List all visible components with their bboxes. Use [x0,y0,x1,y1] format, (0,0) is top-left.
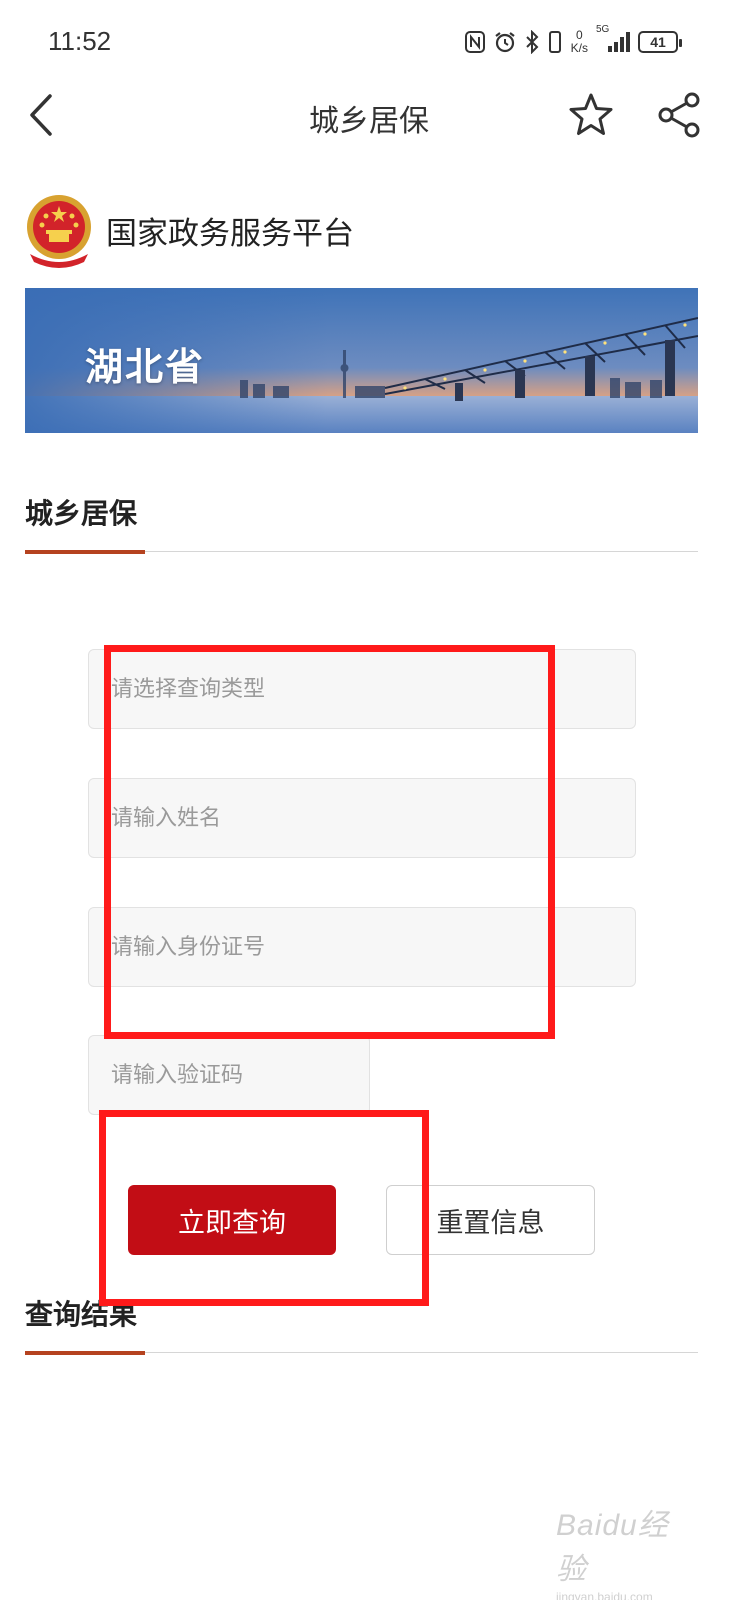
platform-name: 国家政务服务平台 [106,215,354,252]
vibrate-icon [547,30,563,54]
reset-button[interactable]: 重置信息 [386,1185,595,1255]
alarm-icon [493,30,517,54]
national-emblem-icon [24,192,94,268]
watermark-sub: jingyan.baidu.com [556,1590,653,1600]
network-type: 5G [596,24,610,35]
status-icons: 0 K/s 5G 41 [464,24,682,56]
section-underline [25,1351,145,1355]
page-title: 城乡居保 [309,104,429,139]
net-speed-unit: K/s [570,41,588,55]
section-title-result: 查询结果 [25,1298,138,1331]
name-input[interactable] [88,778,636,858]
nav-bar: 城乡居保 [0,80,738,150]
star-icon[interactable] [566,90,616,140]
status-bar: 11:52 0 K/s 5G 41 [0,0,738,80]
submit-query-button[interactable]: 立即查询 [128,1185,336,1255]
nfc-icon [464,31,485,53]
id-number-input[interactable] [88,907,636,987]
battery-level: 41 [650,34,666,50]
signal-icon: 5G [596,24,630,54]
bluetooth-icon [525,30,539,54]
share-icon[interactable] [654,90,704,140]
section-header-main: 城乡居保 [25,492,698,554]
status-time: 11:52 [48,26,112,56]
section-title-main: 城乡居保 [25,497,138,530]
watermark-main: Baidu经验 [556,1509,669,1586]
province-banner: 湖北省 [25,288,698,433]
platform-header: 国家政务服务平台 [24,190,354,270]
baidu-watermark: Baidu经验 jingyan.baidu.com [556,1500,696,1600]
section-header-result: 查询结果 [25,1293,698,1355]
query-type-select[interactable] [88,649,636,729]
banner-province-text: 湖北省 [85,345,206,389]
net-speed: 0 K/s [571,29,588,55]
captcha-input[interactable] [88,1035,370,1115]
battery-icon: 41 [638,31,682,53]
section-underline [25,550,145,554]
